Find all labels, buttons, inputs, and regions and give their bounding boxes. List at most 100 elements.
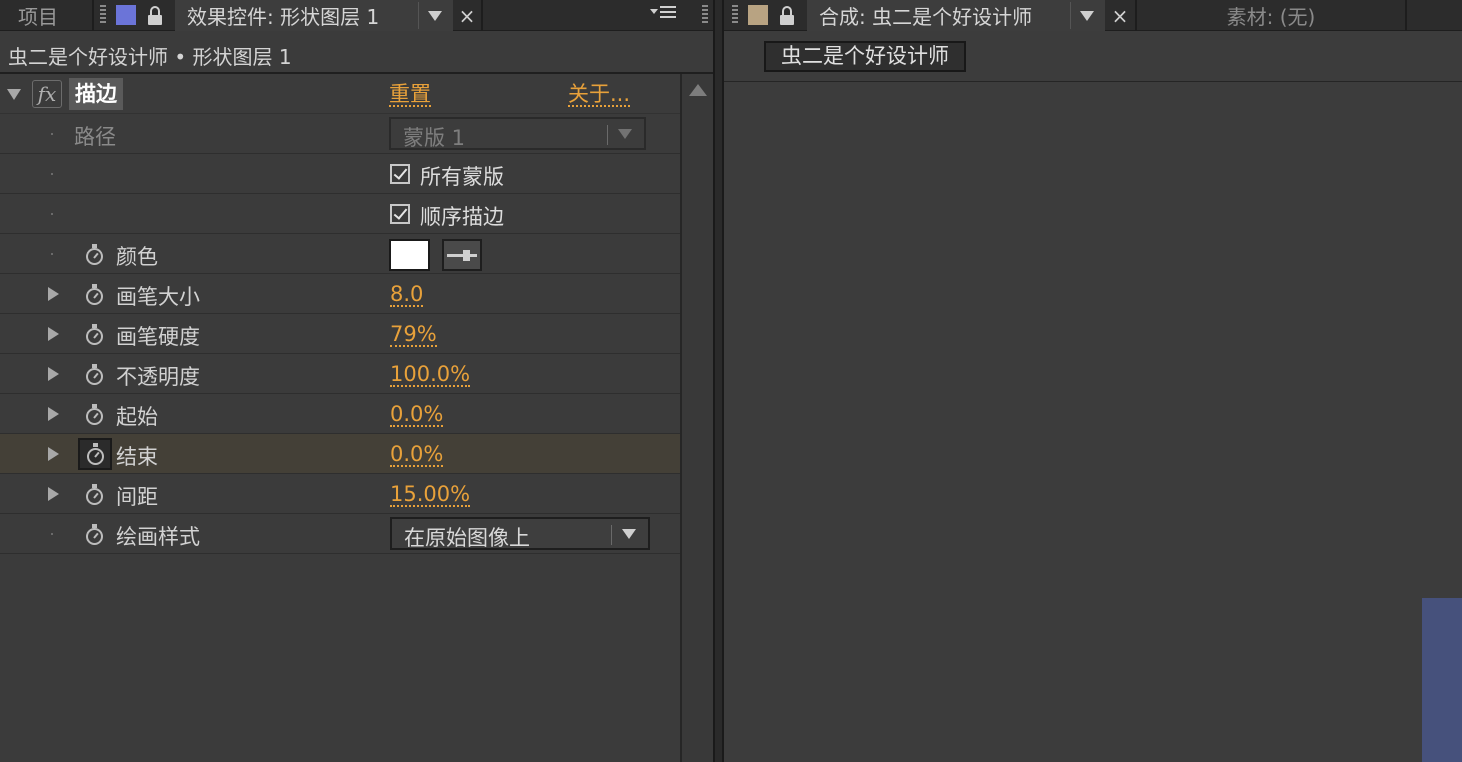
vertical-scrollbar[interactable] bbox=[680, 74, 713, 762]
row-dot bbox=[51, 133, 53, 135]
panel-menu-button[interactable] bbox=[650, 4, 680, 24]
panel-menu-icon bbox=[650, 9, 658, 14]
stopwatch-icon[interactable] bbox=[84, 324, 106, 346]
paint-style-label: 绘画样式 bbox=[116, 525, 200, 549]
tab-divider bbox=[1405, 0, 1407, 31]
property-row-color: 颜色 bbox=[0, 234, 680, 274]
stopwatch-icon[interactable] bbox=[84, 484, 106, 506]
color-swatch[interactable] bbox=[389, 239, 430, 271]
row-dot bbox=[51, 213, 53, 215]
path-label: 路径 bbox=[74, 125, 116, 149]
color-label: 颜色 bbox=[116, 245, 158, 269]
brush-size-value[interactable]: 8.0 bbox=[390, 283, 424, 307]
close-tab-button[interactable]: × bbox=[455, 0, 479, 31]
close-tab-button[interactable]: × bbox=[1108, 0, 1132, 31]
paint-style-value: 在原始图像上 bbox=[404, 526, 530, 550]
layer-title: 虫二是个好设计师 • 形状图层 1 bbox=[8, 45, 292, 69]
brush-hardness-label: 画笔硬度 bbox=[116, 325, 200, 349]
effect-header-row[interactable]: fx 描边 重置 关于... bbox=[0, 74, 680, 114]
lock-open-icon[interactable] bbox=[779, 6, 795, 26]
lock-open-icon[interactable] bbox=[147, 6, 163, 26]
chevron-down-icon bbox=[1079, 10, 1094, 21]
label-color-chip bbox=[116, 5, 136, 25]
scroll-up-icon[interactable] bbox=[689, 84, 707, 96]
twirl-right-icon[interactable] bbox=[48, 487, 59, 501]
all-masks-label[interactable]: 所有蒙版 bbox=[420, 161, 504, 191]
start-label: 起始 bbox=[116, 405, 158, 429]
tab-footage-label: 素材: (无) bbox=[1226, 5, 1316, 29]
tab-footage[interactable]: 素材: (无) bbox=[1137, 0, 1405, 31]
brush-hardness-value[interactable]: 79% bbox=[390, 323, 437, 347]
twirl-right-icon[interactable] bbox=[48, 447, 59, 461]
tab-effect-controls-label: 效果控件: 形状图层 1 bbox=[187, 5, 380, 29]
tab-project[interactable]: 项目 bbox=[0, 0, 92, 31]
twirl-right-icon[interactable] bbox=[48, 287, 59, 301]
end-label: 结束 bbox=[116, 445, 158, 469]
chevron-down-icon bbox=[622, 529, 636, 539]
stopwatch-icon[interactable] bbox=[84, 524, 106, 546]
property-row-end: 结束 0.0% bbox=[0, 434, 680, 474]
property-row-brush-size: 画笔大小 8.0 bbox=[0, 274, 680, 314]
property-row-start: 起始 0.0% bbox=[0, 394, 680, 434]
stroke-sequentially-checkbox[interactable] bbox=[390, 204, 410, 224]
twirl-right-icon[interactable] bbox=[48, 367, 59, 381]
opacity-value[interactable]: 100.0% bbox=[390, 363, 471, 387]
twirl-down-icon[interactable] bbox=[7, 89, 21, 100]
effect-controls-panel: 虫二是个好设计师 • 形状图层 1 fx 描边 重置 关于... 路径 蒙版 1 bbox=[0, 31, 713, 762]
paint-style-select[interactable]: 在原始图像上 bbox=[390, 517, 650, 550]
spacing-label: 间距 bbox=[116, 485, 158, 509]
stopwatch-icon[interactable] bbox=[84, 244, 106, 266]
twirl-right-icon[interactable] bbox=[48, 407, 59, 421]
brush-size-label: 画笔大小 bbox=[116, 285, 200, 309]
panel-grip-icon[interactable] bbox=[100, 5, 106, 25]
eyedropper-button[interactable] bbox=[442, 239, 482, 271]
stopwatch-icon[interactable] bbox=[84, 364, 106, 386]
panel-splitter[interactable] bbox=[713, 0, 724, 762]
tab-effect-controls-dropdown[interactable] bbox=[418, 2, 450, 29]
after-effects-window: 项目 效果控件: 形状图层 1 × 合成: 虫二是个好设计师 × 素材: (无)… bbox=[0, 0, 1462, 762]
property-row-paint-style: 绘画样式 在原始图像上 bbox=[0, 514, 680, 554]
tab-composition-dropdown[interactable] bbox=[1070, 2, 1102, 29]
stopwatch-icon[interactable] bbox=[78, 438, 112, 470]
tab-effect-controls[interactable]: 效果控件: 形状图层 1 bbox=[175, 0, 453, 31]
panel-grip-icon[interactable] bbox=[702, 5, 708, 25]
stopwatch-icon[interactable] bbox=[84, 404, 106, 426]
row-dot bbox=[51, 173, 53, 175]
path-select-value: 蒙版 1 bbox=[403, 126, 466, 150]
composition-panel: 虫二是个好设计师 bbox=[724, 31, 1462, 762]
checkmark-icon bbox=[393, 165, 408, 180]
property-row-all-masks: 所有蒙版 bbox=[0, 154, 680, 194]
eyedropper-icon bbox=[447, 254, 477, 257]
all-masks-checkbox[interactable] bbox=[390, 164, 410, 184]
opacity-label: 不透明度 bbox=[116, 365, 200, 389]
tab-composition[interactable]: 合成: 虫二是个好设计师 bbox=[807, 0, 1105, 31]
panel-grip-icon[interactable] bbox=[732, 5, 738, 25]
close-icon: × bbox=[1111, 3, 1129, 28]
end-value[interactable]: 0.0% bbox=[390, 443, 444, 467]
about-link[interactable]: 关于... bbox=[568, 83, 631, 107]
viewer-layer-preview bbox=[1422, 598, 1462, 762]
twirl-right-icon[interactable] bbox=[48, 327, 59, 341]
tab-divider bbox=[92, 0, 94, 31]
checkmark-icon bbox=[393, 205, 408, 220]
stopwatch-icon[interactable] bbox=[84, 284, 106, 306]
effect-property-list: fx 描边 重置 关于... 路径 蒙版 1 所有蒙版 顺序描边 颜色 画笔大小… bbox=[0, 74, 680, 554]
effect-name[interactable]: 描边 bbox=[69, 78, 123, 110]
close-icon: × bbox=[458, 3, 476, 28]
panel-tab-bar: 项目 效果控件: 形状图层 1 × 合成: 虫二是个好设计师 × 素材: (无) bbox=[0, 0, 1462, 31]
row-dot bbox=[51, 533, 53, 535]
spacing-value[interactable]: 15.00% bbox=[390, 483, 471, 507]
fx-toggle-icon[interactable]: fx bbox=[32, 80, 62, 108]
property-row-stroke-sequentially: 顺序描边 bbox=[0, 194, 680, 234]
comp-name-button[interactable]: 虫二是个好设计师 bbox=[764, 41, 966, 72]
tab-composition-label: 合成: 虫二是个好设计师 bbox=[819, 5, 1033, 29]
chevron-down-icon bbox=[618, 129, 632, 139]
start-value[interactable]: 0.0% bbox=[390, 403, 444, 427]
stroke-sequentially-label[interactable]: 顺序描边 bbox=[420, 201, 504, 231]
property-row-brush-hardness: 画笔硬度 79% bbox=[0, 314, 680, 354]
property-row-spacing: 间距 15.00% bbox=[0, 474, 680, 514]
reset-link[interactable]: 重置 bbox=[389, 83, 431, 107]
path-select[interactable]: 蒙版 1 bbox=[389, 117, 646, 150]
tab-divider bbox=[481, 0, 483, 31]
property-row-opacity: 不透明度 100.0% bbox=[0, 354, 680, 394]
